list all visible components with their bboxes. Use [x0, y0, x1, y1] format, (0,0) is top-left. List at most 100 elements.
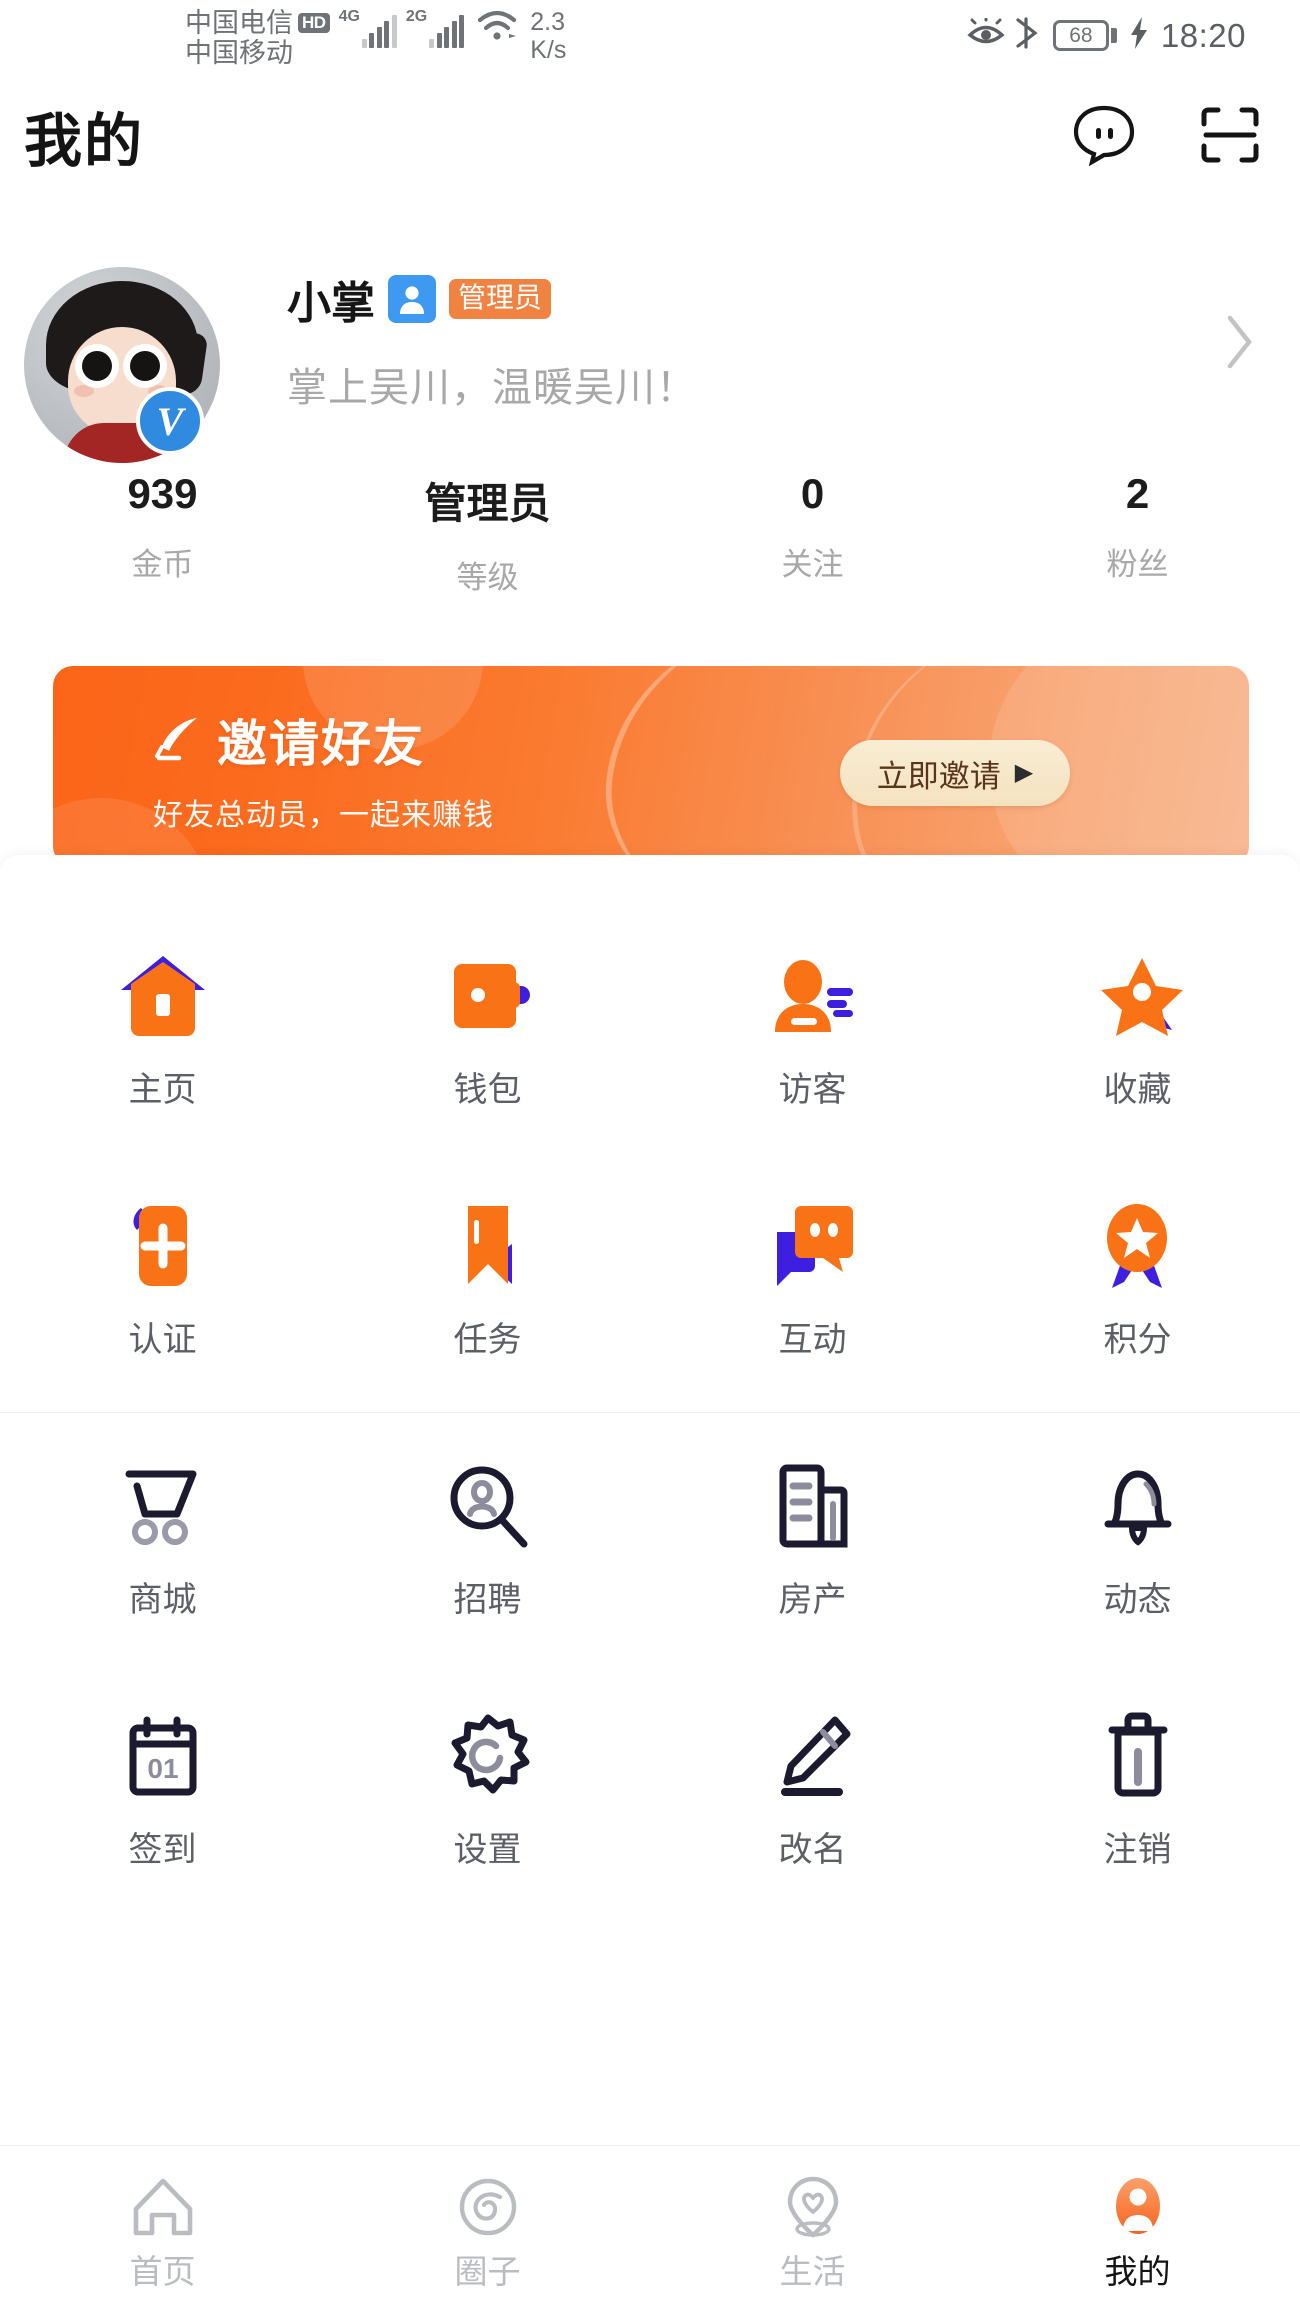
tab-life[interactable]: 生活	[650, 2146, 975, 2310]
menu-item-realestate[interactable]: 房产	[650, 1440, 975, 1690]
network-speed-unit: K/s	[530, 36, 567, 64]
status-bar-left: 中国电信 HD 中国移动 4G 2G 2.3 K/s	[185, 8, 566, 68]
menu-item-label: 动态	[1103, 1581, 1172, 1619]
menu-item-tasks[interactable]: 任务	[325, 1180, 650, 1430]
play-arrow-icon: ▶	[1014, 759, 1034, 786]
carrier-labels: 中国电信 HD 中国移动	[185, 8, 330, 68]
colored-menu-grid: 主页 钱包 访客 收藏 认证 任务 互动 积分	[0, 930, 1300, 1430]
stat-label: 关注	[781, 547, 844, 582]
menu-item-checkin[interactable]: 01 签到	[0, 1690, 325, 1940]
app-screen: 中国电信 HD 中国移动 4G 2G 2.3 K/s 68 18:20 我的 V…	[0, 0, 1300, 2310]
eye-comfort-icon	[967, 17, 1005, 53]
menu-item-settings[interactable]: 设置	[325, 1690, 650, 1940]
stat-following[interactable]: 0 关注	[650, 470, 975, 597]
svg-text:01: 01	[147, 1753, 178, 1784]
menu-item-label: 访客	[778, 1071, 847, 1109]
menu-item-label: 主页	[128, 1071, 197, 1109]
trash-delete-icon	[1090, 1690, 1186, 1822]
menu-item-label: 钱包	[453, 1071, 522, 1109]
pencil-rename-icon	[765, 1690, 861, 1822]
tab-label: 圈子	[454, 2253, 521, 2290]
network-gen-secondary-label: 2G	[405, 8, 428, 25]
tab-home[interactable]: 首页	[0, 2146, 325, 2310]
chevron-right-icon[interactable]	[1224, 313, 1256, 376]
menu-item-label: 签到	[128, 1831, 197, 1869]
menu-item-interaction[interactable]: 互动	[650, 1180, 975, 1430]
status-bar-right: 68 18:20	[967, 16, 1246, 55]
verified-badge-icon: V	[136, 387, 204, 455]
profile-name: 小掌	[287, 279, 375, 328]
profile-bio: 掌上吴川，温暖吴川！	[287, 366, 697, 410]
stat-label: 金币	[131, 547, 194, 582]
menu-item-label: 任务	[453, 1321, 522, 1359]
menu-item-verification[interactable]: 认证	[0, 1180, 325, 1430]
wallet-icon	[440, 930, 536, 1062]
banner-title: 邀请好友	[217, 716, 425, 772]
tab-label: 我的	[1104, 2253, 1171, 2290]
page-title: 我的	[24, 109, 145, 174]
menu-item-label: 积分	[1103, 1321, 1172, 1359]
menu-item-label: 互动	[778, 1321, 847, 1359]
grid-divider	[0, 1412, 1300, 1413]
profile-section[interactable]: V 小掌 管理员 掌上吴川，温暖吴川！	[0, 255, 1300, 463]
outline-menu-grid: 商城 招聘 房产 动态 01 签到 设置 改名 注销	[0, 1440, 1300, 1940]
menu-item-label: 商城	[128, 1581, 197, 1619]
hd-badge: HD	[298, 13, 330, 34]
qr-scan-icon[interactable]	[1198, 104, 1262, 171]
network-speed-value: 2.3	[530, 8, 566, 36]
carrier-primary-label: 中国电信	[185, 8, 293, 38]
profile-info: 小掌 管理员 掌上吴川，温暖吴川！	[287, 267, 697, 413]
verify-card-plus-icon	[115, 1180, 211, 1312]
menu-item-visitors[interactable]: 访客	[650, 930, 975, 1180]
banner-subtitle: 好友总动员，一起来赚钱	[153, 799, 494, 832]
spiral-circle-icon	[455, 2169, 521, 2245]
tab-mine[interactable]: 我的	[975, 2146, 1300, 2310]
invite-now-button[interactable]: 立即邀请 ▶	[840, 740, 1070, 806]
avatar[interactable]: V	[24, 267, 224, 467]
wifi-icon	[476, 8, 518, 47]
feather-quill-icon	[153, 714, 203, 767]
menu-item-points[interactable]: 积分	[975, 1180, 1300, 1430]
menu-item-homepage[interactable]: 主页	[0, 930, 325, 1180]
tab-label: 生活	[779, 2253, 846, 2290]
bell-icon	[1090, 1440, 1186, 1572]
stat-label: 等级	[456, 560, 519, 595]
stat-value: 939	[127, 470, 198, 517]
home-outline-icon	[130, 2169, 196, 2245]
menu-item-rename[interactable]: 改名	[650, 1690, 975, 1940]
menu-item-updates[interactable]: 动态	[975, 1440, 1300, 1690]
chat-interaction-icon	[765, 1180, 861, 1312]
menu-item-label: 房产	[778, 1581, 847, 1619]
stat-followers[interactable]: 2 粉丝	[975, 470, 1300, 597]
person-filled-icon	[1105, 2169, 1171, 2245]
carrier-secondary-label: 中国移动	[185, 38, 293, 69]
visitor-person-icon	[765, 930, 861, 1062]
menu-item-mall[interactable]: 商城	[0, 1440, 325, 1690]
bottom-tab-bar: 首页 圈子 生活 我的	[0, 2145, 1300, 2310]
house-icon	[115, 930, 211, 1062]
signal-secondary: 2G	[405, 8, 465, 54]
menu-item-favorites[interactable]: 收藏	[975, 930, 1300, 1180]
calendar-01-icon: 01	[115, 1690, 211, 1822]
menu-item-label: 收藏	[1103, 1071, 1172, 1109]
menu-item-recruitment[interactable]: 招聘	[325, 1440, 650, 1690]
invite-now-label: 立即邀请	[876, 758, 1001, 794]
signal-bars-secondary-icon	[429, 14, 465, 48]
star-favorite-icon	[1090, 930, 1186, 1062]
medal-star-icon	[1090, 1180, 1186, 1312]
network-gen-primary-label: 4G	[338, 8, 360, 25]
menu-item-label: 设置	[453, 1831, 522, 1869]
stat-coins[interactable]: 939 金币	[0, 470, 325, 597]
menu-item-delete-account[interactable]: 注销	[975, 1690, 1300, 1940]
signal-primary: 4G	[339, 8, 397, 54]
stat-value: 0	[800, 470, 825, 517]
bluetooth-icon	[1016, 17, 1042, 54]
stat-value: 2	[1125, 470, 1150, 517]
banner-text: 邀请好友 好友总动员，一起来赚钱	[153, 704, 494, 834]
tab-circle[interactable]: 圈子	[325, 2146, 650, 2310]
chat-bubble-icon[interactable]	[1072, 104, 1136, 171]
stats-row: 939 金币 管理员 等级 0 关注 2 粉丝	[0, 470, 1300, 597]
stat-level[interactable]: 管理员 等级	[325, 470, 650, 597]
menu-item-wallet[interactable]: 钱包	[325, 930, 650, 1180]
invite-friends-banner[interactable]: 邀请好友 好友总动员，一起来赚钱	[53, 666, 1249, 866]
